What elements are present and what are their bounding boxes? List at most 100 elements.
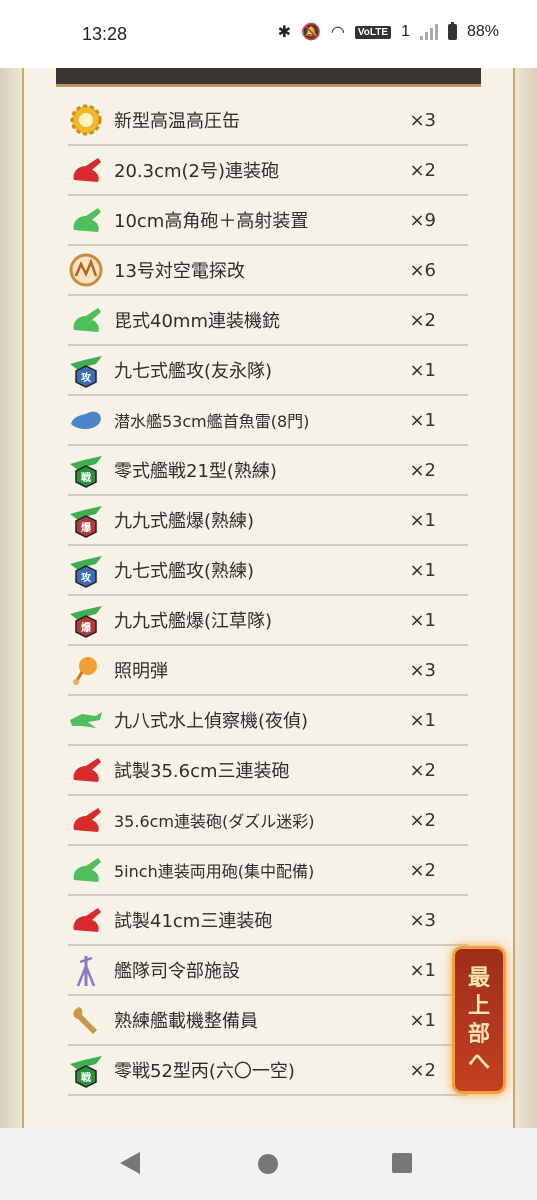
item-quantity: ×6 — [409, 259, 436, 281]
item-quantity: ×1 — [409, 959, 436, 981]
list-item: 爆 九九式艦爆(江草隊) ×1 — [68, 596, 468, 646]
item-quantity: ×3 — [409, 659, 436, 681]
medium-gun-icon — [68, 152, 104, 188]
item-quantity: ×1 — [409, 1009, 436, 1031]
dive-bomber-icon: 爆 — [68, 502, 104, 538]
item-name: 九九式艦爆(熟練) — [114, 511, 255, 532]
home-icon[interactable] — [258, 1154, 278, 1174]
scroll-to-top-button[interactable]: 最 上 部 へ — [452, 946, 506, 1094]
item-quantity: ×1 — [409, 709, 436, 731]
item-quantity: ×2 — [409, 759, 436, 781]
item-name: 10cm高角砲＋高射装置 — [114, 211, 309, 232]
torpedo-icon — [68, 402, 104, 438]
star-shell-icon — [68, 652, 104, 688]
list-item: 20.3cm(2号)連装砲 ×2 — [68, 146, 468, 196]
item-badge: 戦 — [81, 1073, 91, 1084]
item-quantity: ×1 — [409, 409, 436, 431]
item-quantity: ×3 — [409, 909, 436, 931]
item-name: 九七式艦攻(熟練) — [114, 561, 255, 582]
item-quantity: ×2 — [409, 159, 436, 181]
item-name: 九九式艦爆(江草隊) — [114, 611, 273, 632]
high-angle-gun-icon — [68, 202, 104, 238]
item-name: 九七式艦攻(友永隊) — [114, 361, 273, 382]
boiler-icon — [68, 102, 104, 138]
torpedo-bomber-icon: 攻 — [68, 552, 104, 588]
aa-gun-icon — [68, 302, 104, 338]
status-time: 13:28 — [82, 24, 128, 44]
item-name: 新型高温高圧缶 — [114, 111, 240, 132]
item-name: 20.3cm(2号)連装砲 — [114, 161, 280, 182]
navigation-bar — [0, 1128, 537, 1200]
torpedo-bomber-icon: 攻 — [68, 352, 104, 388]
status-icons: ✱ 🔕 ◠ VoLTE 1 88% — [278, 22, 499, 42]
item-badge: 戦 — [81, 473, 91, 484]
fighter-icon: 戦 — [68, 1052, 104, 1088]
item-quantity: ×2 — [409, 309, 436, 331]
list-item: 毘式40mm連装機銃 ×2 — [68, 296, 468, 346]
item-name: 毘式40mm連装機銃 — [114, 311, 280, 332]
list-item: 試製41cm三連装砲 ×3 — [68, 896, 468, 946]
item-badge: 爆 — [81, 623, 91, 634]
status-bar: 13:28 ✱ 🔕 ◠ VoLTE 1 88% — [0, 0, 537, 68]
list-item: 5inch連装両用砲(集中配備) ×2 — [68, 846, 468, 896]
large-gun-icon — [68, 752, 104, 788]
list-item: 戦 零式艦戦21型(熟練) ×2 — [68, 446, 468, 496]
item-quantity: ×2 — [409, 809, 436, 831]
scroll-top-label-2: 上 — [467, 993, 490, 1019]
list-item: 戦 零戦52型丙(六〇一空) ×2 — [68, 1046, 468, 1096]
list-item: 潜水艦53cm艦首魚雷(8門) ×1 — [68, 396, 468, 446]
fighter-icon: 戦 — [68, 452, 104, 488]
item-quantity: ×1 — [409, 609, 436, 631]
item-quantity: ×1 — [409, 559, 436, 581]
item-name: 零戦52型丙(六〇一空) — [114, 1061, 295, 1082]
item-quantity: ×3 — [409, 109, 436, 131]
equipment-list: 新型高温高圧缶 ×3 20.3cm(2号)連装砲 ×2 10cm高角砲＋高射装置 ×9 13… — [68, 96, 468, 1096]
list-item: 35.6cm連装砲(ダズル迷彩) ×2 — [68, 796, 468, 846]
list-item: 試製35.6cm三連装砲 ×2 — [68, 746, 468, 796]
wifi-icon: ◠ — [330, 24, 345, 41]
list-item: 攻 九七式艦攻(熟練) ×1 — [68, 546, 468, 596]
item-name: 零式艦戦21型(熟練) — [114, 461, 277, 482]
item-name: 潜水艦53cm艦首魚雷(8門) — [114, 412, 310, 431]
mute-icon: 🔕 — [300, 24, 321, 41]
list-item: 爆 九九式艦爆(熟練) ×1 — [68, 496, 468, 546]
list-item: 照明弾 ×3 — [68, 646, 468, 696]
bluetooth-icon: ✱ — [277, 24, 291, 41]
wrench-icon — [68, 1002, 104, 1038]
item-name: 九八式水上偵察機(夜偵) — [114, 711, 309, 732]
high-angle-gun-icon — [68, 852, 104, 888]
list-header-bar — [56, 68, 481, 87]
back-icon[interactable] — [120, 1152, 140, 1174]
seaplane-icon — [68, 702, 104, 738]
dive-bomber-icon: 爆 — [68, 602, 104, 638]
scroll-top-label-3: 部 — [467, 1021, 490, 1047]
item-name: 艦隊司令部施設 — [114, 961, 240, 982]
item-name: 照明弾 — [114, 661, 168, 682]
battery-level: 88% — [466, 23, 499, 40]
list-item: 艦隊司令部施設 ×1 — [68, 946, 468, 996]
item-name: 試製35.6cm三連装砲 — [114, 761, 290, 782]
item-badge: 攻 — [81, 373, 91, 384]
recent-apps-icon[interactable] — [392, 1153, 412, 1173]
item-quantity: ×2 — [409, 459, 436, 481]
item-name: 5inch連装両用砲(集中配備) — [114, 862, 315, 881]
list-item: 攻 九七式艦攻(友永隊) ×1 — [68, 346, 468, 396]
item-name: 熟練艦載機整備員 — [114, 1011, 258, 1032]
list-item: 熟練艦載機整備員 ×1 — [68, 996, 468, 1046]
signal-icon — [419, 24, 438, 40]
item-quantity: ×2 — [409, 859, 436, 881]
item-quantity: ×9 — [409, 209, 436, 231]
item-quantity: ×2 — [409, 1059, 436, 1081]
item-quantity: ×1 — [409, 509, 436, 531]
list-item: 13号対空電探改 ×6 — [68, 246, 468, 296]
large-gun-icon — [68, 802, 104, 838]
volte-badge: VoLTE — [354, 25, 392, 39]
large-gun-icon — [68, 902, 104, 938]
radar-icon — [68, 252, 104, 288]
item-badge: 攻 — [81, 573, 91, 584]
item-name: 35.6cm連装砲(ダズル迷彩) — [114, 812, 315, 831]
command-facility-icon — [68, 952, 104, 988]
item-name: 13号対空電探改 — [114, 261, 245, 282]
list-item: 九八式水上偵察機(夜偵) ×1 — [68, 696, 468, 746]
item-badge: 爆 — [81, 523, 91, 534]
